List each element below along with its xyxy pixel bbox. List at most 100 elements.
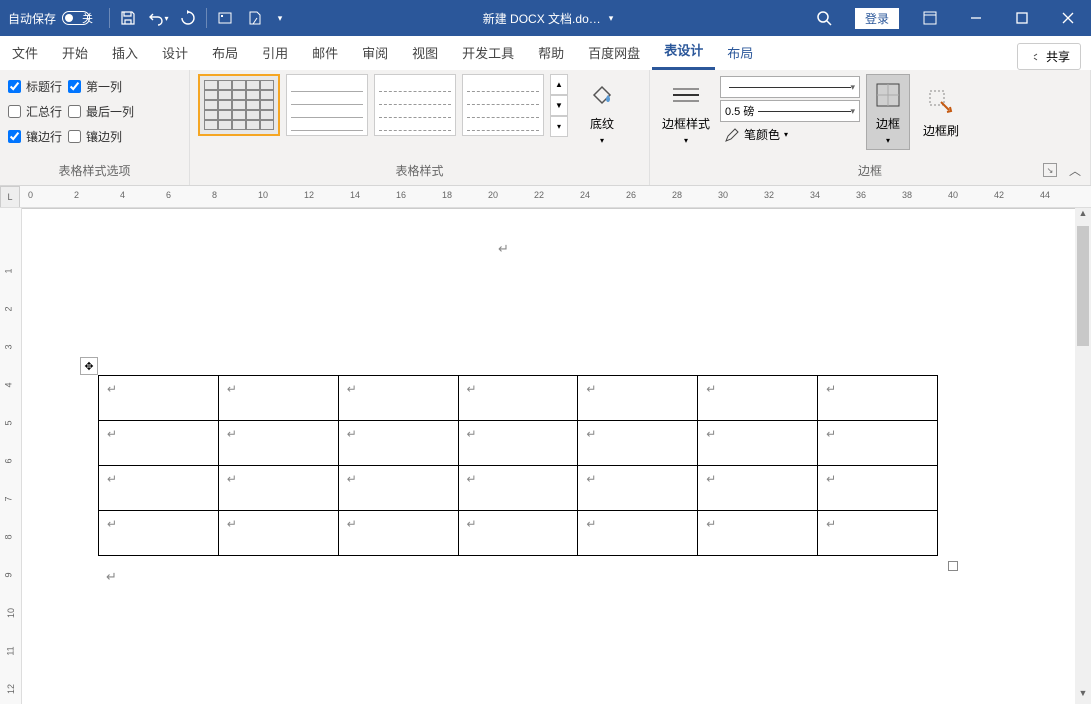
table-cell[interactable]: ↵ [818, 466, 938, 511]
table-cell[interactable]: ↵ [338, 376, 458, 421]
chk-banded-col[interactable]: 镶边列 [68, 128, 134, 145]
tab-file[interactable]: 文件 [0, 35, 50, 70]
chk-first-col[interactable]: 第一列 [68, 78, 134, 95]
tab-review[interactable]: 审阅 [350, 35, 400, 70]
table-cell[interactable]: ↵ [218, 376, 338, 421]
borders-button[interactable]: 边框 ▾ [866, 74, 910, 150]
table-cell[interactable]: ↵ [818, 511, 938, 556]
ruler-corner[interactable]: L [0, 186, 20, 208]
gallery-down-button[interactable]: ▼ [550, 95, 568, 116]
table-cell[interactable]: ↵ [578, 511, 698, 556]
table-style-thumb[interactable] [374, 74, 456, 136]
tab-view[interactable]: 视图 [400, 35, 450, 70]
collapse-ribbon-button[interactable]: ︿ [1069, 162, 1081, 179]
border-styles-button[interactable]: 边框样式 ▾ [658, 74, 714, 150]
paragraph-mark-icon: ↵ [826, 382, 836, 396]
table-cell[interactable]: ↵ [698, 466, 818, 511]
close-button[interactable] [1045, 0, 1091, 36]
paragraph-mark-icon: ↵ [107, 472, 117, 486]
ruler-tick: 2 [4, 306, 14, 311]
chk-last-col[interactable]: 最后一列 [68, 103, 134, 120]
table-cell[interactable]: ↵ [578, 376, 698, 421]
tab-design[interactable]: 设计 [150, 35, 200, 70]
table-cell[interactable]: ↵ [818, 421, 938, 466]
table-style-thumb[interactable] [286, 74, 368, 136]
maximize-button[interactable] [999, 0, 1045, 36]
paragraph-mark-icon: ↵ [467, 382, 477, 396]
ribbon-options-button[interactable] [907, 0, 953, 36]
horizontal-ruler[interactable]: L 02468101214161820222426283032343638404… [0, 186, 1091, 208]
ruler-tick: 20 [488, 190, 498, 200]
gallery-more-button[interactable]: ▾ [550, 116, 568, 137]
share-button[interactable]: 共享 [1017, 43, 1081, 70]
scroll-up-button[interactable]: ▲ [1075, 208, 1091, 224]
table-cell[interactable]: ↵ [818, 376, 938, 421]
table-cell[interactable]: ↵ [338, 466, 458, 511]
chk-total-row[interactable]: 汇总行 [8, 103, 62, 120]
save-button[interactable] [114, 4, 142, 32]
table-move-handle[interactable]: ✥ [80, 357, 98, 375]
vertical-ruler[interactable]: 123456789101112 [0, 208, 22, 704]
table-cell[interactable]: ↵ [99, 421, 219, 466]
qat-button[interactable] [211, 4, 239, 32]
qat-button[interactable] [241, 4, 269, 32]
paragraph-mark-icon: ↵ [106, 569, 117, 585]
line-style-combo[interactable] [720, 76, 860, 98]
table-cell[interactable]: ↵ [99, 511, 219, 556]
autosave-state: 关 [82, 10, 93, 26]
line-weight-combo[interactable]: 0.5 磅 [720, 100, 860, 122]
search-button[interactable] [801, 0, 847, 36]
table-cell[interactable]: ↵ [698, 376, 818, 421]
tab-layout[interactable]: 布局 [200, 35, 250, 70]
table-style-thumb[interactable] [462, 74, 544, 136]
login-button[interactable]: 登录 [855, 8, 899, 29]
redo-button[interactable] [174, 4, 202, 32]
chk-header-row[interactable]: 标题行 [8, 78, 62, 95]
table-cell[interactable]: ↵ [218, 466, 338, 511]
ruler-tick: 0 [28, 190, 33, 200]
tab-help[interactable]: 帮助 [526, 35, 576, 70]
tab-table-design[interactable]: 表设计 [652, 32, 715, 70]
tab-table-layout[interactable]: 布局 [715, 35, 765, 70]
border-painter-button[interactable]: 边框刷 [916, 74, 966, 150]
dialog-launcher-button[interactable]: ↘ [1043, 163, 1057, 177]
table-style-thumb[interactable] [198, 74, 280, 136]
table-cell[interactable]: ↵ [99, 376, 219, 421]
table-cell[interactable]: ↵ [458, 376, 578, 421]
customize-qat-button[interactable]: ▾ [271, 4, 289, 32]
table-cell[interactable]: ↵ [698, 421, 818, 466]
paragraph-mark-icon: ↵ [498, 241, 509, 257]
document-area[interactable]: ↵ ✥ ↵ ↵ ↵ ↵ ↵ ↵ ↵ ↵ ↵ ↵ ↵ ↵ ↵ ↵ ↵ [22, 208, 1075, 704]
tab-devtools[interactable]: 开发工具 [450, 35, 526, 70]
table-resize-handle[interactable] [948, 561, 958, 571]
minimize-button[interactable] [953, 0, 999, 36]
table-cell[interactable]: ↵ [338, 421, 458, 466]
table-cell[interactable]: ↵ [338, 511, 458, 556]
table-cell[interactable]: ↵ [698, 511, 818, 556]
autosave-toggle[interactable]: 自动保存 关 [0, 10, 101, 27]
tab-references[interactable]: 引用 [250, 35, 300, 70]
undo-button[interactable]: ▾ [144, 4, 172, 32]
chk-banded-row[interactable]: 镶边行 [8, 128, 62, 145]
tab-baidu[interactable]: 百度网盘 [576, 35, 652, 70]
table-cell[interactable]: ↵ [458, 466, 578, 511]
table-cell[interactable]: ↵ [218, 421, 338, 466]
table-cell[interactable]: ↵ [578, 466, 698, 511]
table-cell[interactable]: ↵ [218, 511, 338, 556]
gallery-up-button[interactable]: ▲ [550, 74, 568, 95]
table-cell[interactable]: ↵ [99, 466, 219, 511]
table-cell[interactable]: ↵ [458, 421, 578, 466]
table-cell[interactable]: ↵ [578, 421, 698, 466]
table-cell[interactable]: ↵ [458, 511, 578, 556]
shading-button[interactable]: 底纹 ▾ [574, 74, 630, 150]
tab-mail[interactable]: 邮件 [300, 35, 350, 70]
scrollbar-thumb[interactable] [1077, 226, 1089, 346]
paragraph-mark-icon: ↵ [706, 382, 716, 396]
tab-home[interactable]: 开始 [50, 35, 100, 70]
document-table[interactable]: ↵ ↵ ↵ ↵ ↵ ↵ ↵ ↵ ↵ ↵ ↵ ↵ ↵ ↵ ↵ ↵ ↵ ↵ [98, 375, 938, 556]
pen-color-button[interactable]: 笔颜色 ▾ [720, 124, 860, 145]
scroll-down-button[interactable]: ▼ [1075, 688, 1091, 704]
title-dropdown-icon[interactable]: ▾ [609, 13, 614, 24]
vertical-scrollbar[interactable]: ▲ ▼ [1075, 208, 1091, 704]
tab-insert[interactable]: 插入 [100, 35, 150, 70]
